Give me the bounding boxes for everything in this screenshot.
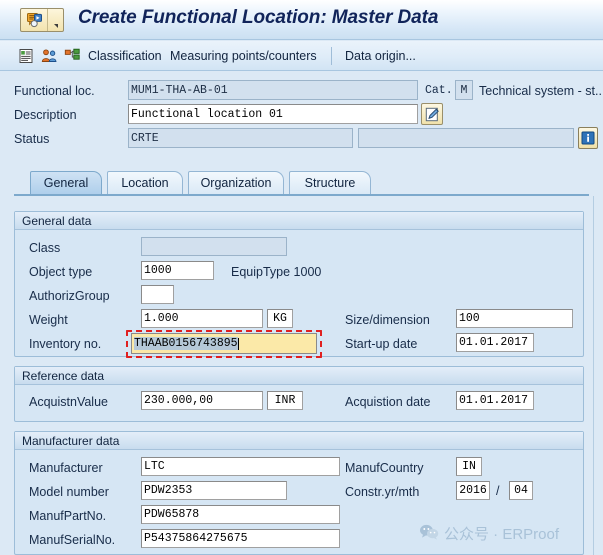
acquistion-date-label: Acquistion date: [345, 395, 431, 409]
watermark: 公众号 · ERProof: [419, 523, 559, 544]
sap-menu-icon: [21, 9, 48, 31]
size-dimension-input[interactable]: 100: [456, 309, 573, 328]
acquistn-currency-input[interactable]: INR: [267, 391, 303, 410]
partners-icon[interactable]: [37, 41, 62, 71]
watermark-text: 公众号 · ERProof: [444, 526, 560, 543]
manuf-serial-no-input[interactable]: P54375864275675: [141, 529, 340, 548]
structure-icon[interactable]: [60, 41, 85, 71]
header-fields: Functional loc. MUM1-THA-AB-01 Cat. M Te…: [0, 72, 603, 149]
constr-month-input[interactable]: 04: [509, 481, 533, 500]
class-label: Class: [29, 241, 61, 255]
page-title: Create Functional Location: Master Data: [78, 7, 439, 28]
authoriz-group-label: AuthorizGroup: [29, 289, 110, 303]
category-input[interactable]: M: [455, 80, 473, 100]
general-data-group: General data Class Object type 1000 Equi…: [14, 211, 584, 358]
text-caret: [237, 337, 239, 350]
startup-date-label: Start-up date: [345, 337, 418, 351]
constr-yr-mth-label: Constr.yr/mth: [345, 485, 420, 499]
tab-location[interactable]: Location: [107, 171, 183, 194]
title-bar: Create Functional Location: Master Data: [0, 0, 603, 40]
reference-data-group: Reference data AcquistnValue 230.000,00 …: [14, 366, 584, 422]
tab-strip: General Location Organization Structure: [14, 171, 589, 195]
classification-button[interactable]: Classification: [84, 41, 166, 71]
class-input[interactable]: [141, 237, 287, 256]
startup-date-input[interactable]: 01.01.2017: [456, 333, 534, 352]
status-input[interactable]: CRTE: [128, 128, 353, 148]
list-icon[interactable]: [14, 41, 38, 71]
constr-separator: /: [496, 484, 500, 498]
manuf-part-no-label: ManufPartNo.: [29, 509, 107, 523]
manuf-part-no-input[interactable]: PDW65878: [141, 505, 340, 524]
inventory-no-input[interactable]: THAAB0156743895: [131, 333, 317, 354]
size-dimension-label: Size/dimension: [345, 313, 430, 327]
reference-data-group-title: Reference data: [15, 367, 583, 385]
description-label: Description: [14, 108, 77, 122]
pencil-edit-icon[interactable]: [421, 103, 443, 125]
sap-gui-window: Create Functional Location: Master Data: [0, 0, 603, 555]
object-type-description: EquipType 1000: [231, 265, 322, 279]
manufacturer-input[interactable]: LTC: [141, 457, 340, 476]
manuf-country-label: ManufCountry: [345, 461, 424, 475]
tab-general[interactable]: General: [30, 171, 102, 194]
system-menu-button[interactable]: [20, 8, 64, 32]
data-origin-button[interactable]: Data origin...: [341, 41, 420, 71]
tab-organization[interactable]: Organization: [188, 171, 284, 194]
manuf-country-input[interactable]: IN: [456, 457, 482, 476]
object-type-input[interactable]: 1000: [141, 261, 214, 280]
category-description: Technical system - st...: [479, 84, 603, 98]
wechat-icon: [419, 524, 439, 544]
functional-loc-input[interactable]: MUM1-THA-AB-01: [128, 80, 418, 100]
weight-input[interactable]: 1.000: [141, 309, 263, 328]
constr-year-input[interactable]: 2016: [456, 481, 490, 500]
acquistn-value-input[interactable]: 230.000,00: [141, 391, 263, 410]
manufacturer-data-group-title: Manufacturer data: [15, 432, 583, 450]
inventory-no-label: Inventory no.: [29, 337, 102, 351]
status-extra-input[interactable]: [358, 128, 574, 148]
authoriz-group-input[interactable]: [141, 285, 174, 304]
object-type-label: Object type: [29, 265, 93, 279]
weight-unit-input[interactable]: KG: [267, 309, 293, 328]
tab-structure[interactable]: Structure: [289, 171, 371, 194]
model-number-label: Model number: [29, 485, 109, 499]
information-icon[interactable]: [578, 127, 598, 149]
weight-label: Weight: [29, 313, 68, 327]
manufacturer-label: Manufacturer: [29, 461, 103, 475]
acquistion-date-input[interactable]: 01.01.2017: [456, 391, 534, 410]
right-gutter: [593, 196, 603, 555]
toolbar-separator: [331, 47, 332, 65]
tab-underline: [14, 194, 589, 196]
acquistn-value-label: AcquistnValue: [29, 395, 108, 409]
inventory-no-value: THAAB0156743895: [134, 337, 238, 350]
measuring-points-button[interactable]: Measuring points/counters: [166, 41, 321, 71]
model-number-input[interactable]: PDW2353: [141, 481, 287, 500]
functional-loc-label: Functional loc.: [14, 84, 95, 98]
category-label: Cat.: [425, 84, 453, 97]
description-input[interactable]: Functional location 01: [128, 104, 418, 124]
manuf-serial-no-label: ManufSerialNo.: [29, 533, 116, 547]
chevron-down-icon[interactable]: [48, 9, 63, 31]
application-toolbar: Classification Measuring points/counters…: [0, 41, 603, 71]
general-data-group-title: General data: [15, 212, 583, 230]
status-label: Status: [14, 132, 50, 146]
